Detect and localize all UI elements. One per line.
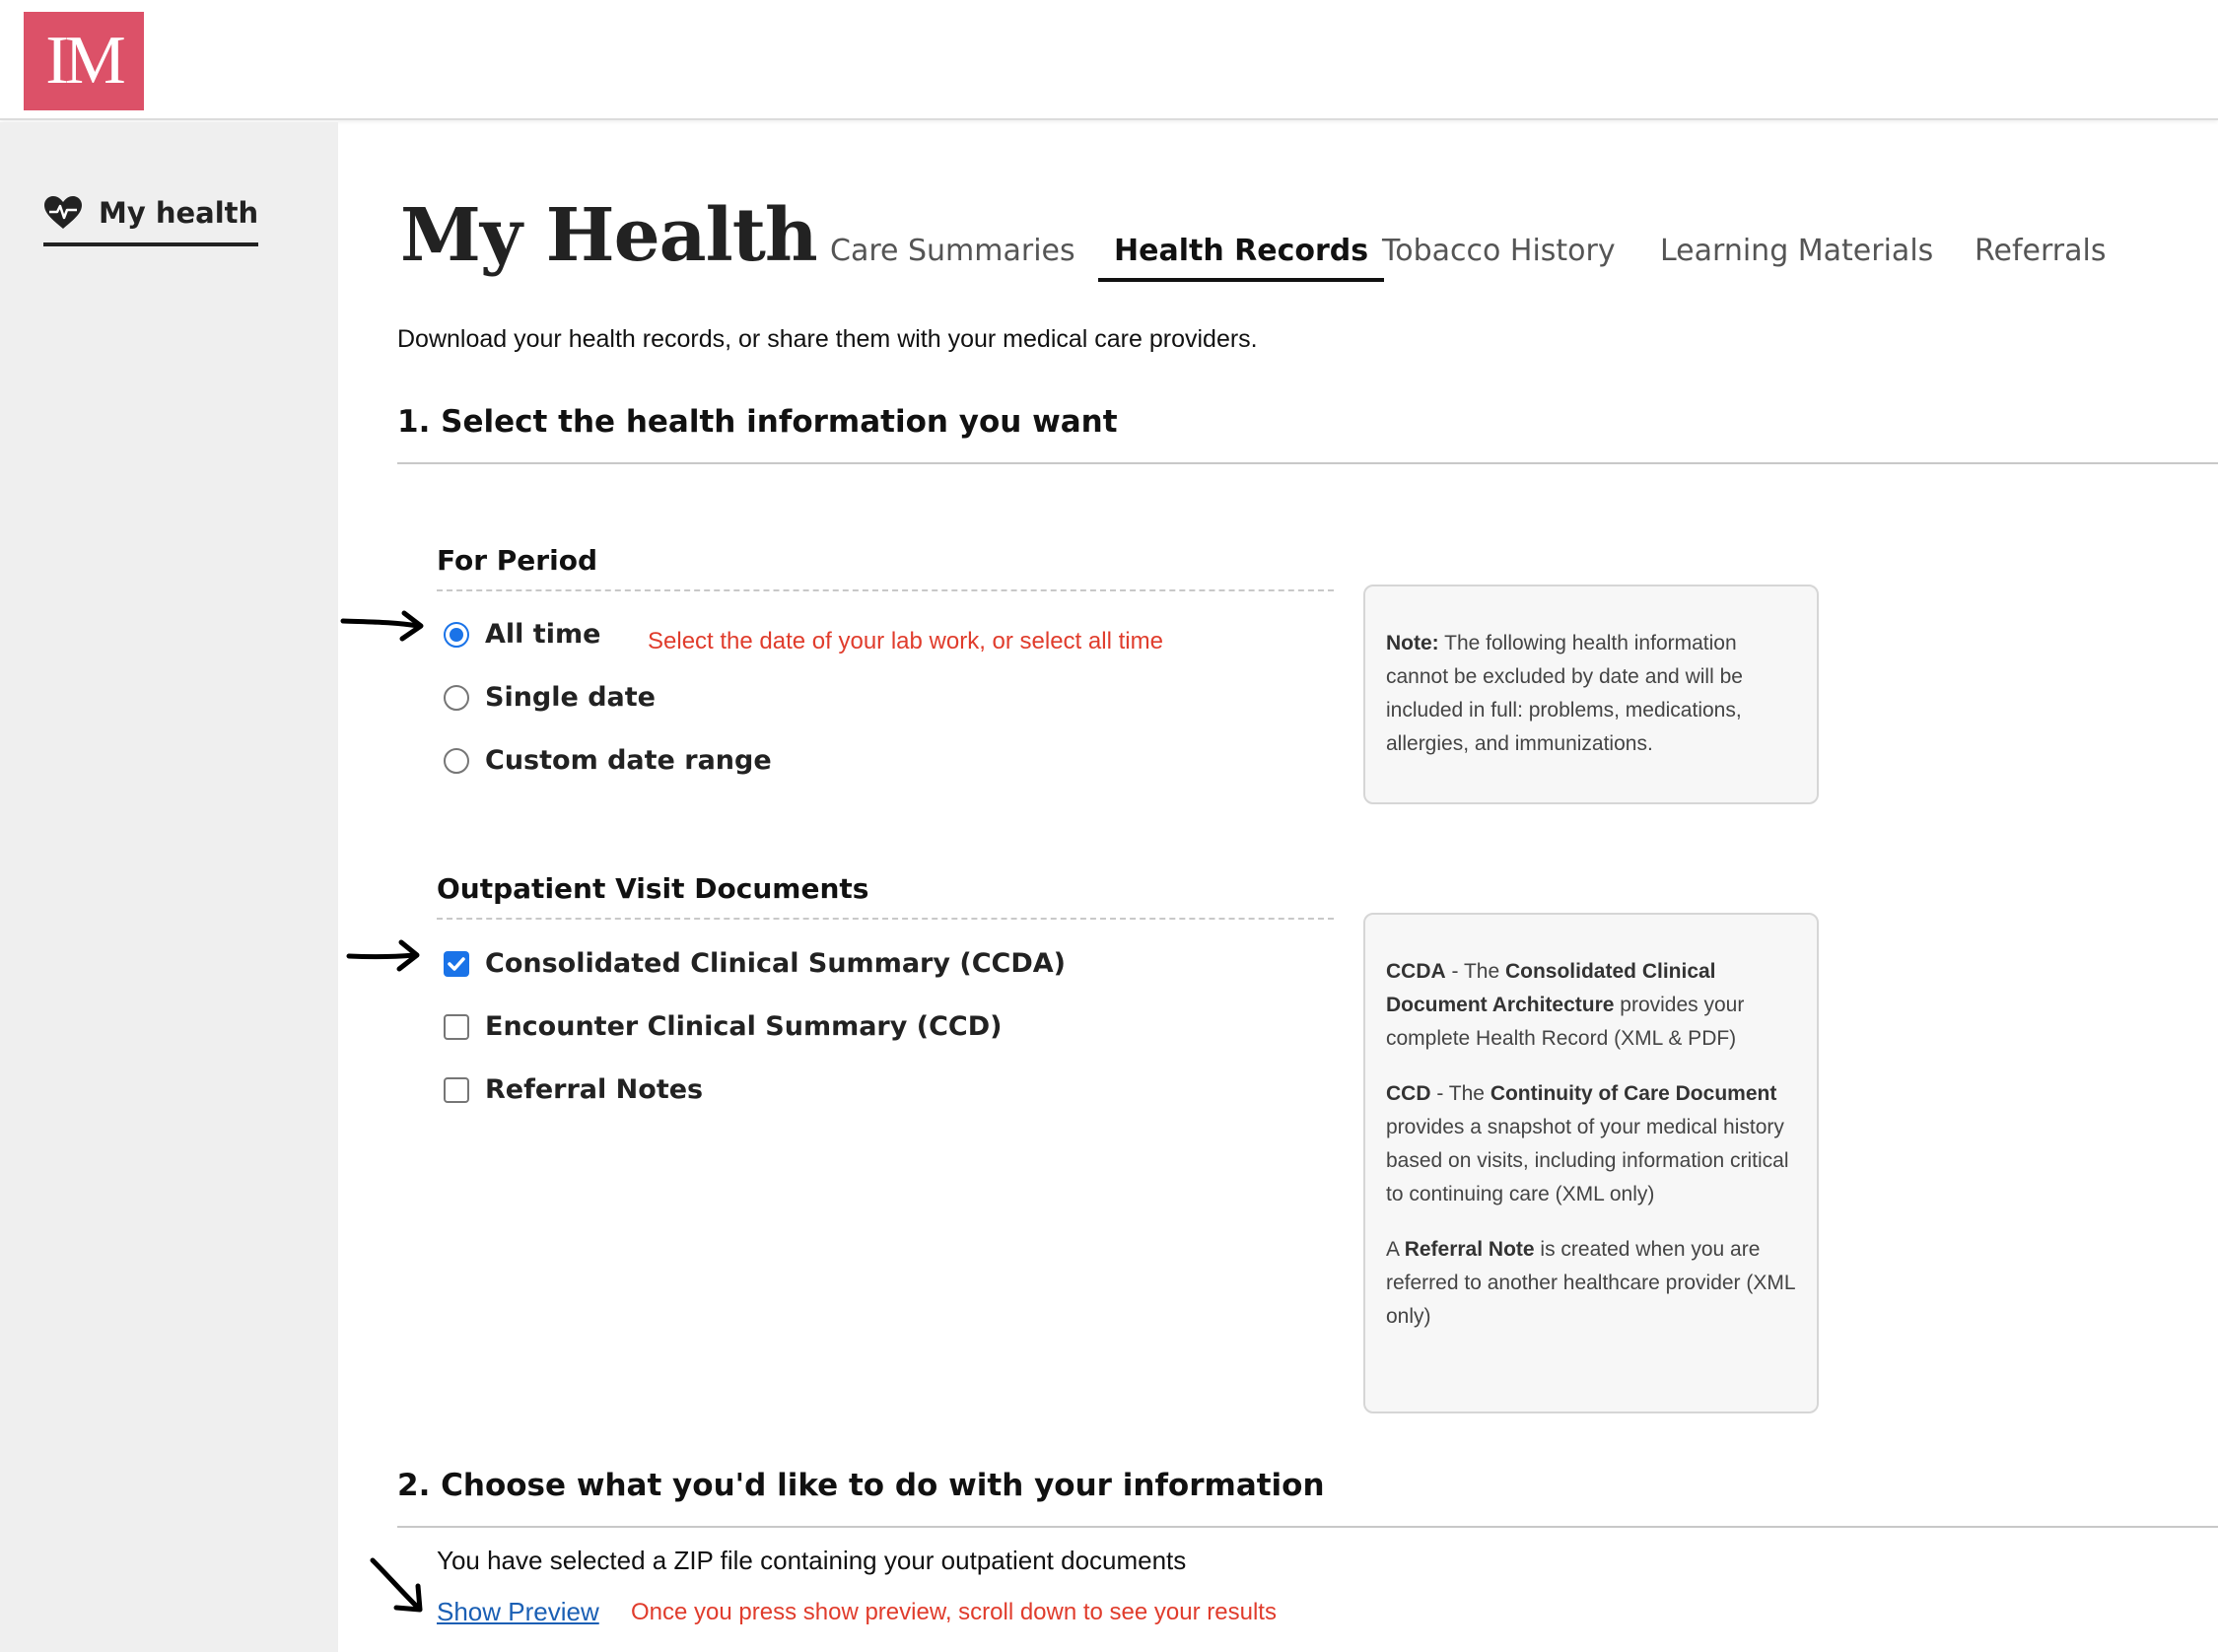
ccda-dash: - The bbox=[1445, 960, 1505, 983]
checkbox[interactable] bbox=[444, 1076, 469, 1103]
heart-pulse-icon bbox=[44, 196, 82, 229]
ccda-abbr: CCDA bbox=[1386, 960, 1446, 983]
tab-health-records[interactable]: Health Records bbox=[1098, 231, 1385, 282]
tab-learning-materials[interactable]: Learning Materials bbox=[1660, 231, 1933, 282]
note-text: The following health information cannot … bbox=[1386, 632, 1743, 755]
section-2-divider bbox=[397, 1526, 2218, 1528]
radio-custom-date-range[interactable]: Custom date range bbox=[444, 745, 772, 776]
logo[interactable]: IM bbox=[24, 12, 144, 110]
radio-button-selected[interactable] bbox=[444, 621, 469, 648]
preview-hint: Once you press show preview, scroll down… bbox=[631, 1599, 1277, 1625]
tab-referrals[interactable]: Referrals bbox=[1975, 231, 2106, 282]
note-label: Note: bbox=[1386, 632, 1439, 654]
period-hint: Select the date of your lab work, or sel… bbox=[648, 628, 1163, 654]
period-heading: For Period bbox=[437, 544, 597, 577]
section-1-divider bbox=[397, 462, 2218, 464]
ccd-name: Continuity of Care Document bbox=[1490, 1082, 1777, 1105]
checkbox-label: Consolidated Clinical Summary (CCDA) bbox=[485, 948, 1066, 979]
ccd-dash: - The bbox=[1430, 1082, 1490, 1105]
radio-all-time[interactable]: All time bbox=[444, 619, 600, 650]
documents-note-box: CCDA - The Consolidated Clinical Documen… bbox=[1363, 913, 1819, 1413]
zip-selection-text: You have selected a ZIP file containing … bbox=[437, 1546, 1187, 1575]
documents-divider bbox=[437, 918, 1334, 920]
checkbox-referral-notes[interactable]: Referral Notes bbox=[444, 1074, 703, 1105]
checkbox-checked[interactable] bbox=[444, 950, 469, 977]
checkbox-ccda[interactable]: Consolidated Clinical Summary (CCDA) bbox=[444, 948, 1066, 979]
radio-label: Custom date range bbox=[485, 745, 772, 776]
ccd-abbr: CCD bbox=[1386, 1082, 1431, 1105]
section-2-heading: 2. Choose what you'd like to do with you… bbox=[397, 1468, 1325, 1503]
radio-button[interactable] bbox=[444, 684, 469, 711]
radio-label: Single date bbox=[485, 682, 656, 713]
tab-care-summaries[interactable]: Care Summaries bbox=[830, 231, 1075, 282]
radio-button[interactable] bbox=[444, 747, 469, 774]
checkmark-icon bbox=[448, 956, 465, 971]
ccd-text: provides a snapshot of your medical hist… bbox=[1386, 1116, 1789, 1205]
top-bar: IM bbox=[0, 0, 2218, 120]
sidebar-item-my-health[interactable]: My health bbox=[43, 189, 259, 246]
referral-pre: A bbox=[1386, 1238, 1405, 1261]
arrow-right-icon bbox=[340, 610, 424, 642]
page-subtitle: Download your health records, or share t… bbox=[397, 325, 1258, 353]
referral-name: Referral Note bbox=[1404, 1238, 1535, 1261]
show-preview-link[interactable]: Show Preview bbox=[437, 1597, 599, 1627]
checkbox[interactable] bbox=[444, 1013, 469, 1040]
arrow-down-right-icon bbox=[370, 1557, 423, 1613]
tab-tobacco-history[interactable]: Tobacco History bbox=[1382, 231, 1616, 282]
checkbox-label: Encounter Clinical Summary (CCD) bbox=[485, 1011, 1003, 1042]
checkbox-label: Referral Notes bbox=[485, 1074, 704, 1105]
section-1-heading: 1. Select the health information you wan… bbox=[397, 404, 1118, 440]
page-title: My Health bbox=[400, 193, 818, 278]
period-note-box: Note: The following health information c… bbox=[1363, 585, 1819, 804]
arrow-right-icon bbox=[346, 939, 420, 972]
period-divider bbox=[437, 589, 1334, 591]
documents-heading: Outpatient Visit Documents bbox=[437, 872, 869, 905]
sidebar-item-label: My health bbox=[99, 196, 259, 230]
logo-text: IM bbox=[45, 23, 126, 99]
radio-single-date[interactable]: Single date bbox=[444, 682, 656, 713]
radio-label: All time bbox=[485, 619, 601, 650]
sidebar: My health bbox=[0, 122, 338, 1652]
checkbox-ccd[interactable]: Encounter Clinical Summary (CCD) bbox=[444, 1011, 1002, 1042]
